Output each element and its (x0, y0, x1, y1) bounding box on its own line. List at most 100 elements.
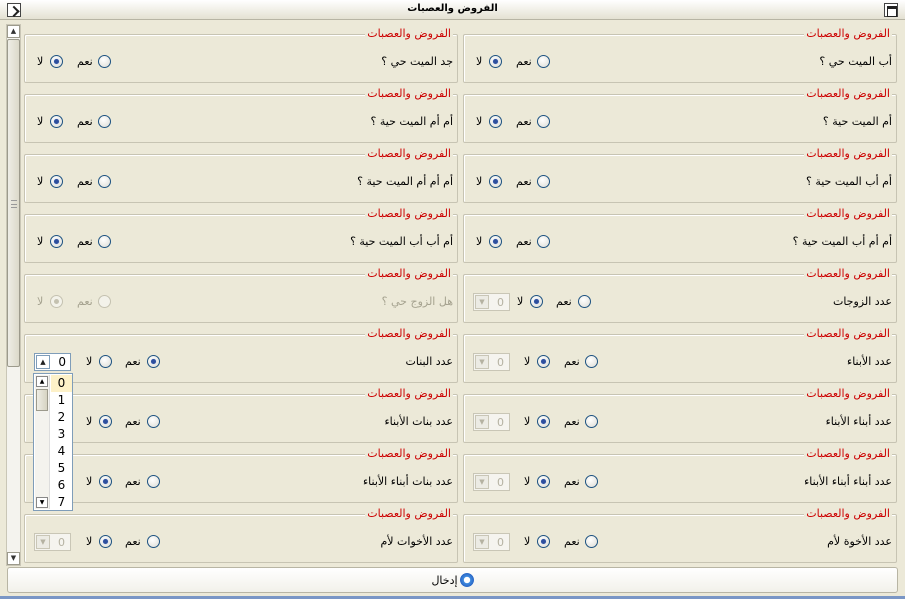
dropdown-option[interactable]: 6 (51, 477, 72, 494)
yes-radio[interactable] (98, 235, 111, 248)
yes-label: نعم (556, 295, 572, 308)
dropdown-scrollbar[interactable]: ▲ ▼ (35, 375, 50, 509)
count-value: 0 (58, 536, 65, 549)
yes-radio[interactable] (147, 475, 160, 488)
dropdown-option[interactable]: 7 (51, 494, 72, 511)
no-radio[interactable] (537, 475, 550, 488)
vertical-scrollbar[interactable]: ▲ ▼ (6, 24, 21, 566)
dropdown-option[interactable]: 2 (51, 409, 72, 426)
no-radio[interactable] (537, 415, 550, 428)
yes-radio[interactable] (585, 415, 598, 428)
enter-button[interactable]: إدخال (8, 573, 897, 587)
scroll-thumb[interactable] (7, 39, 20, 367)
spinner-up-icon[interactable]: ▼ (475, 475, 489, 489)
no-label: لا (86, 475, 93, 488)
yes-radio[interactable] (537, 175, 550, 188)
count-spinner[interactable]: ▼ 0 (473, 533, 510, 551)
no-radio[interactable] (489, 115, 502, 128)
yes-radio[interactable] (537, 55, 550, 68)
count-spinner[interactable]: ▼ 0 (34, 533, 71, 551)
group-legend: الفروض والعصبات (804, 27, 892, 40)
question-label: عدد الأخوة لأم (827, 535, 892, 548)
count-value: 0 (497, 536, 504, 549)
no-label: لا (86, 535, 93, 548)
spinner-up-icon[interactable]: ▼ (475, 415, 489, 429)
question-label: هل الزوج حي ؟ (381, 295, 453, 308)
no-radio[interactable] (489, 235, 502, 248)
yes-radio[interactable] (147, 355, 160, 368)
yes-radio[interactable] (98, 115, 111, 128)
no-radio[interactable] (99, 355, 112, 368)
count-spinner[interactable]: ▲ 0 (34, 353, 71, 371)
yes-radio[interactable] (585, 355, 598, 368)
group-legend: الفروض والعصبات (804, 147, 892, 160)
count-value: 0 (497, 356, 504, 369)
no-label: لا (524, 535, 531, 548)
no-label: لا (37, 115, 44, 128)
question-label: عدد الأبناء (847, 355, 892, 368)
dropdown-option[interactable]: 4 (51, 443, 72, 460)
no-radio[interactable] (489, 55, 502, 68)
no-radio[interactable] (99, 535, 112, 548)
scroll-up-icon[interactable]: ▲ (7, 25, 20, 38)
dropdown-option[interactable]: 0 (51, 375, 72, 392)
scroll-down-icon[interactable]: ▼ (7, 552, 20, 565)
no-radio[interactable] (537, 355, 550, 368)
dropdown-option[interactable]: 5 (51, 460, 72, 477)
yes-label: نعم (77, 55, 93, 68)
yes-radio[interactable] (98, 175, 111, 188)
no-label: لا (37, 55, 44, 68)
no-radio[interactable] (50, 55, 63, 68)
no-radio[interactable] (530, 295, 543, 308)
no-label: لا (476, 55, 483, 68)
no-radio[interactable] (50, 115, 63, 128)
question-label: أم أم أب الميت حية ؟ (792, 235, 892, 248)
group-sons-sons-sons-count: الفروض والعصبات عدد أبناء أبناء الأبناء … (463, 448, 897, 503)
group-legend: الفروض والعصبات (365, 147, 453, 160)
count-dropdown-list[interactable]: ▲ ▼ 0 1 2 3 4 5 6 7 (33, 373, 73, 511)
no-radio[interactable] (537, 535, 550, 548)
count-value: 0 (497, 416, 504, 429)
group-maternal-sisters-count: الفروض والعصبات عدد الأخوات لأم نعم لا ▼… (24, 508, 458, 563)
spinner-up-icon[interactable]: ▼ (475, 535, 489, 549)
no-radio[interactable] (99, 415, 112, 428)
count-spinner[interactable]: ▼ 0 (473, 473, 510, 491)
count-value: 0 (58, 355, 66, 369)
maximize-icon[interactable] (884, 3, 898, 17)
group-mothers-fathers-mother: الفروض والعصبات أم أم أب الميت حية ؟ نعم… (463, 208, 897, 263)
yes-radio[interactable] (147, 415, 160, 428)
group-legend: الفروض والعصبات (365, 87, 453, 100)
yes-radio[interactable] (537, 235, 550, 248)
spinner-up-icon[interactable]: ▼ (475, 295, 489, 309)
no-label: لا (524, 415, 531, 428)
yes-radio[interactable] (147, 535, 160, 548)
yes-radio[interactable] (585, 475, 598, 488)
count-spinner[interactable]: ▼ 0 (473, 353, 510, 371)
no-radio[interactable] (489, 175, 502, 188)
count-value: 0 (497, 476, 504, 489)
dropdown-scroll-down-icon[interactable]: ▼ (36, 497, 48, 508)
no-radio[interactable] (50, 175, 63, 188)
no-radio[interactable] (50, 235, 63, 248)
no-label: لا (476, 235, 483, 248)
spinner-up-icon[interactable]: ▼ (36, 535, 50, 549)
yes-radio[interactable] (585, 535, 598, 548)
no-radio[interactable] (99, 475, 112, 488)
no-radio (50, 295, 63, 308)
dropdown-scroll-thumb[interactable] (36, 389, 48, 411)
spinner-up-icon[interactable]: ▼ (475, 355, 489, 369)
dropdown-scroll-up-icon[interactable]: ▲ (36, 376, 48, 387)
question-label: عدد أبناء الأبناء (825, 415, 892, 428)
count-spinner[interactable]: ▼ 0 (473, 293, 510, 311)
group-legend: الفروض والعصبات (804, 507, 892, 520)
yes-radio[interactable] (98, 55, 111, 68)
dropdown-option[interactable]: 1 (51, 392, 72, 409)
yes-radio[interactable] (537, 115, 550, 128)
yes-label: نعم (77, 235, 93, 248)
spinner-up-icon[interactable]: ▲ (36, 355, 50, 369)
yes-label: نعم (77, 295, 93, 308)
yes-radio[interactable] (578, 295, 591, 308)
group-father: الفروض والعصبات أب الميت حي ؟ نعم لا (463, 28, 897, 83)
dropdown-option[interactable]: 3 (51, 426, 72, 443)
count-spinner[interactable]: ▼ 0 (473, 413, 510, 431)
